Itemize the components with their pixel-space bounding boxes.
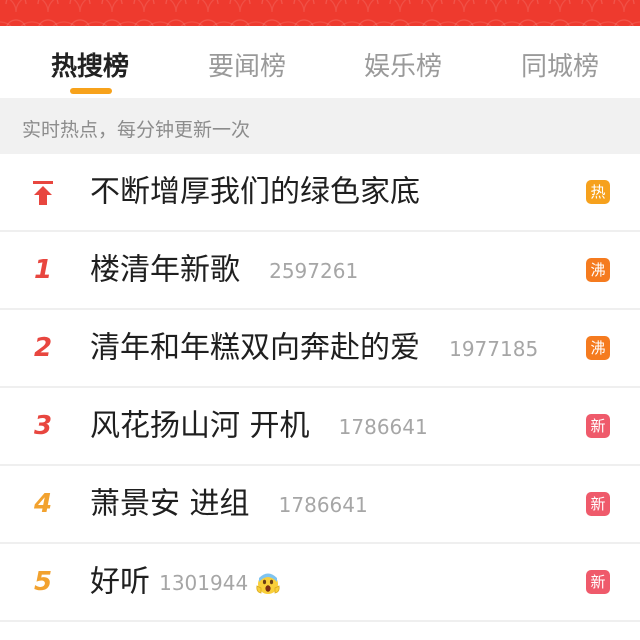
new-badge: 新: [586, 570, 610, 594]
hot-search-list: 不断增厚我们的绿色家底 热 1 楼清年新歌 2597261 沸 2 清年和年糕双…: [0, 154, 640, 622]
boiling-badge: 沸: [586, 258, 610, 282]
update-notice-text: 实时热点，每分钟更新一次: [22, 119, 251, 141]
list-item[interactable]: 1 楼清年新歌 2597261 沸: [0, 232, 640, 310]
pin-top-icon: [33, 181, 53, 205]
update-notice-bar: 实时热点，每分钟更新一次: [0, 98, 640, 154]
list-item[interactable]: 3 风花扬山河 开机 1786641 新: [0, 388, 640, 466]
rank-number: 1: [33, 255, 53, 285]
item-title: 好听: [90, 564, 150, 600]
heat-count: 1977185: [449, 336, 539, 361]
rank-number: 3: [33, 411, 53, 441]
boiling-badge: 沸: [586, 336, 610, 360]
top-banner: [0, 0, 640, 26]
heat-count: 1786641: [338, 414, 428, 439]
item-title: 楼清年新歌: [90, 252, 240, 288]
list-item[interactable]: 4 萧景安 进组 1786641 新: [0, 466, 640, 544]
list-item-pinned[interactable]: 不断增厚我们的绿色家底 热: [0, 154, 640, 232]
hot-badge: 热: [586, 180, 610, 204]
tab-news[interactable]: 要闻榜: [167, 46, 327, 83]
rank-number: 2: [33, 333, 53, 363]
item-title: 风花扬山河 开机: [90, 408, 310, 444]
tab-local[interactable]: 同城榜: [480, 46, 640, 83]
list-item[interactable]: 2 清年和年糕双向奔赴的爱 1977185 沸: [0, 310, 640, 388]
heat-count: 1301944: [159, 570, 249, 595]
new-badge: 新: [586, 492, 610, 516]
screaming-face-icon: [256, 573, 280, 594]
item-title: 不断增厚我们的绿色家底: [90, 174, 420, 210]
tab-hot-search[interactable]: 热搜榜: [10, 46, 170, 83]
heat-count: 1786641: [278, 492, 368, 517]
rank-number: 5: [33, 567, 53, 597]
new-badge: 新: [586, 414, 610, 438]
list-item[interactable]: 5 好听 1301944 新: [0, 544, 640, 622]
item-title: 萧景安 进组: [90, 486, 250, 522]
item-title: 清年和年糕双向奔赴的爱: [90, 330, 420, 366]
active-tab-indicator: [70, 88, 112, 94]
rank-number: 4: [33, 489, 53, 519]
tab-entertainment[interactable]: 娱乐榜: [323, 46, 483, 83]
heat-count: 2597261: [269, 258, 359, 283]
tab-bar: 热搜榜 要闻榜 娱乐榜 同城榜: [0, 26, 640, 98]
